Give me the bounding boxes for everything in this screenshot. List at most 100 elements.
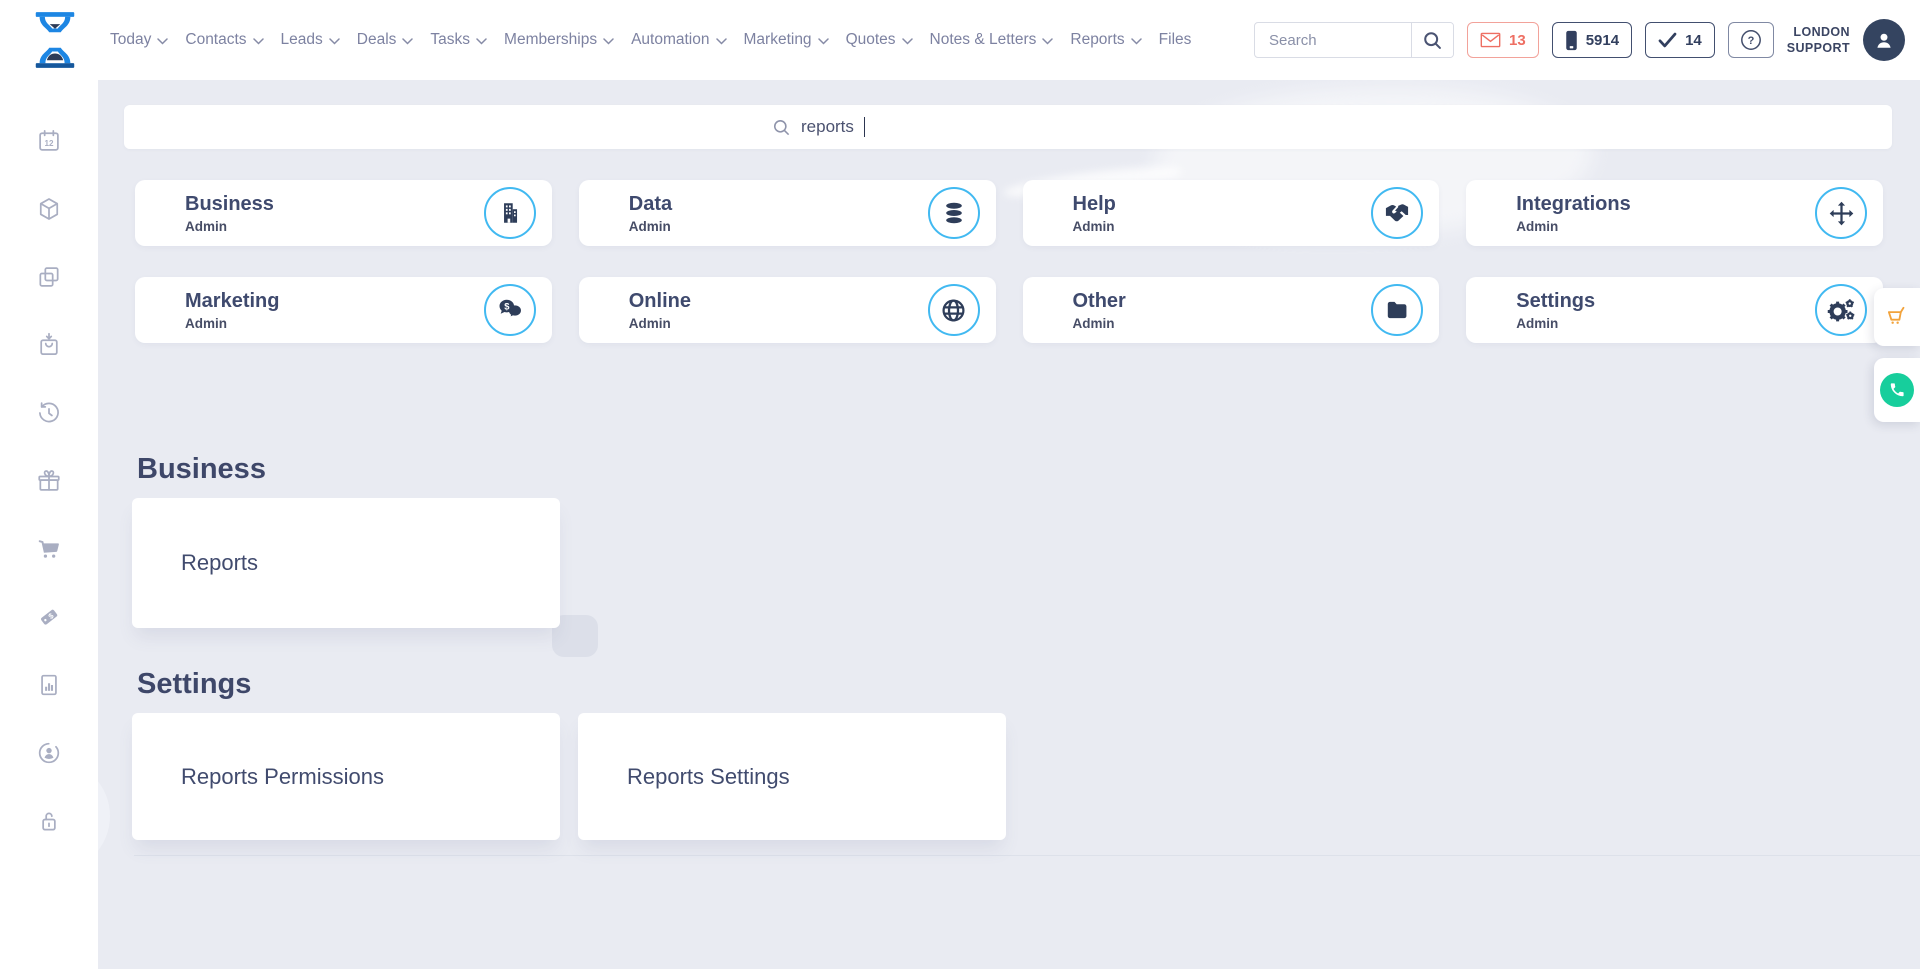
chevron-down-icon (476, 38, 487, 45)
globe-icon (928, 284, 980, 336)
chevron-down-icon (818, 38, 829, 45)
svg-text:?: ? (1747, 35, 1754, 47)
arrows-move-icon (1815, 187, 1867, 239)
category-card-other[interactable]: Other Admin (1023, 277, 1440, 343)
chevron-down-icon (329, 38, 340, 45)
report-document-icon[interactable] (36, 672, 62, 703)
decorative-circle (98, 760, 110, 872)
nav-item-contacts[interactable]: Contacts (185, 31, 263, 49)
nav-item-automation[interactable]: Automation (631, 31, 726, 49)
chevron-down-icon (253, 38, 264, 45)
item-card-label: Reports (181, 550, 258, 576)
phone-icon (1889, 382, 1905, 398)
check-count: 14 (1685, 32, 1702, 49)
chevron-down-icon (1042, 38, 1053, 45)
main-content: reports Business Admin Data Admin Help A… (98, 80, 1920, 969)
header-search (1254, 22, 1454, 58)
calendar-icon[interactable]: 12 (36, 128, 62, 159)
svg-text:12: 12 (44, 139, 54, 148)
admin-search-input[interactable]: reports (124, 105, 1892, 149)
nav-item-notes-letters[interactable]: Notes & Letters (930, 31, 1054, 49)
business-items-row: Reports (132, 498, 1920, 628)
nav-item-marketing[interactable]: Marketing (744, 31, 829, 49)
nav-item-memberships[interactable]: Memberships (504, 31, 614, 49)
category-card-integrations[interactable]: Integrations Admin (1466, 180, 1883, 246)
header-search-button[interactable] (1411, 23, 1453, 57)
copy-icon[interactable] (36, 264, 62, 295)
chevron-down-icon (603, 38, 614, 45)
item-card-label: Reports Settings (627, 764, 790, 790)
nav-label: Tasks (430, 31, 470, 49)
gift-icon[interactable] (36, 468, 62, 499)
search-icon (772, 118, 791, 137)
app-logo-icon[interactable] (30, 11, 80, 69)
bag-receive-icon[interactable] (36, 332, 62, 363)
building-icon (484, 187, 536, 239)
main-nav: Today Contacts Leads Deals Tasks Members… (110, 31, 1191, 49)
comments-dollar-icon: $ (484, 284, 536, 336)
category-card-online[interactable]: Online Admin (579, 277, 996, 343)
svg-text:$: $ (504, 301, 510, 311)
text-caret (864, 117, 866, 137)
lock-icon[interactable] (36, 808, 62, 839)
mail-icon (1480, 32, 1501, 48)
chevron-down-icon (716, 38, 727, 45)
cart-icon[interactable] (36, 536, 62, 567)
item-card-reports-settings[interactable]: Reports Settings (578, 713, 1006, 840)
nav-label: Files (1159, 31, 1192, 49)
nav-label: Marketing (744, 31, 812, 49)
category-card-settings[interactable]: Settings Admin (1466, 277, 1883, 343)
nav-label: Deals (357, 31, 397, 49)
category-card-marketing[interactable]: Marketing Admin $ (135, 277, 552, 343)
nav-label: Contacts (185, 31, 246, 49)
handshake-icon (1371, 187, 1423, 239)
category-card-help[interactable]: Help Admin (1023, 180, 1440, 246)
nav-label: Today (110, 31, 151, 49)
nav-item-files[interactable]: Files (1159, 31, 1192, 49)
avatar[interactable] (1863, 19, 1905, 61)
search-icon (1422, 30, 1443, 51)
chevron-down-icon (157, 38, 168, 45)
nav-item-reports[interactable]: Reports (1070, 31, 1141, 49)
nav-item-quotes[interactable]: Quotes (846, 31, 913, 49)
phone-count: 5914 (1586, 32, 1619, 49)
user-name[interactable]: LONDON SUPPORT (1787, 24, 1850, 57)
section-title-settings: Settings (137, 668, 1920, 701)
help-button[interactable]: ? (1728, 22, 1774, 58)
nav-label: Notes & Letters (930, 31, 1037, 49)
category-card-business[interactable]: Business Admin (135, 180, 552, 246)
nav-item-deals[interactable]: Deals (357, 31, 414, 49)
item-card-reports[interactable]: Reports (132, 498, 560, 628)
section-title-business: Business (137, 453, 1920, 486)
item-card-reports-permissions[interactable]: Reports Permissions (132, 713, 560, 840)
settings-items-row: Reports Permissions Reports Settings (132, 713, 1920, 840)
mail-badge[interactable]: 13 (1467, 22, 1539, 58)
phone-widget-button[interactable] (1874, 358, 1920, 422)
header-search-input[interactable] (1255, 23, 1411, 57)
admin-search-value: reports (801, 117, 854, 137)
nav-item-today[interactable]: Today (110, 31, 168, 49)
nav-item-tasks[interactable]: Tasks (430, 31, 487, 49)
user-icon (1873, 29, 1895, 51)
top-bar: Today Contacts Leads Deals Tasks Members… (0, 0, 1920, 80)
check-icon (1658, 32, 1677, 48)
phone-badge[interactable]: 5914 (1552, 22, 1632, 58)
category-card-data[interactable]: Data Admin (579, 180, 996, 246)
nav-item-leads[interactable]: Leads (281, 31, 340, 49)
user-circle-icon[interactable] (36, 740, 62, 771)
nav-label: Quotes (846, 31, 896, 49)
header-actions: 13 5914 14 ? LONDON SUPPORT (1254, 19, 1905, 61)
chevron-down-icon (402, 38, 413, 45)
cube-icon[interactable] (36, 196, 62, 227)
chevron-down-icon (1131, 38, 1142, 45)
tasks-done-badge[interactable]: 14 (1645, 22, 1715, 58)
user-name-line1: LONDON (1787, 24, 1850, 40)
nav-label: Memberships (504, 31, 597, 49)
cart-widget-button[interactable] (1874, 288, 1920, 346)
price-tag-icon[interactable]: $ (36, 604, 62, 635)
question-mark-icon: ? (1738, 27, 1764, 53)
mobile-phone-icon (1565, 30, 1578, 51)
phone-circle (1880, 373, 1914, 407)
section-divider (134, 855, 1920, 856)
history-icon[interactable] (36, 400, 62, 431)
